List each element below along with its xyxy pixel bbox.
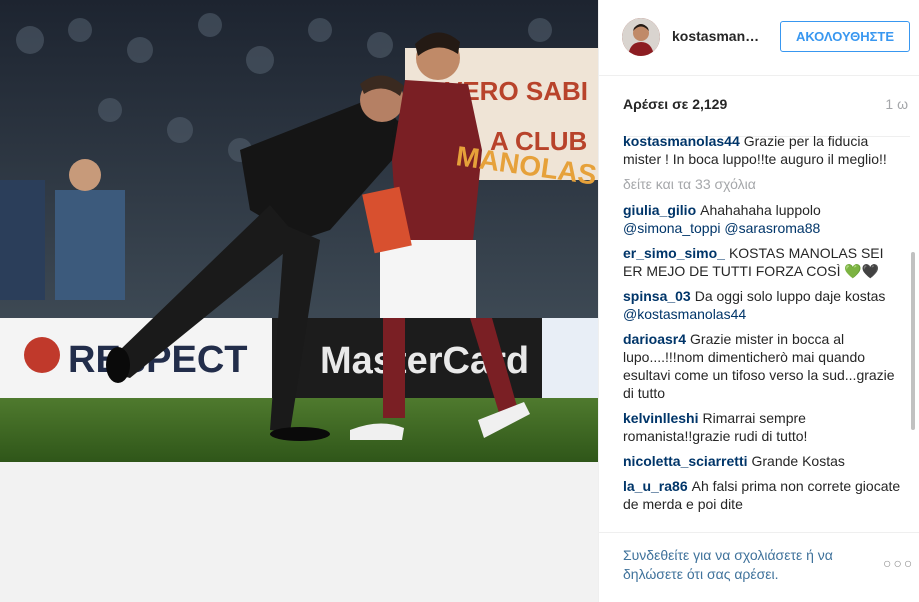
comments-list[interactable]: kostasmanolas44 Grazie per la fiducia mis… (623, 132, 901, 528)
comment-item: nicoletta_sciarretti Grande Kostas (623, 452, 901, 470)
comment-mention[interactable]: @simona_toppi @sarasroma88 (623, 220, 820, 236)
comment-username[interactable]: er_simo_simo_ (623, 245, 725, 261)
comment-mention[interactable]: @kostasmanolas44 (623, 306, 746, 322)
comments-scrollbar[interactable] (910, 132, 916, 528)
avatar[interactable] (622, 18, 660, 56)
comment-item: spinsa_03 Da oggi solo luppo daje kostas … (623, 287, 901, 323)
avatar-image (622, 18, 660, 56)
comment-username[interactable]: nicoletta_sciarretti (623, 453, 748, 469)
comment-username[interactable]: giulia_gilio (623, 202, 696, 218)
login-prompt-link[interactable]: Συνδεθείτε για να σχολιάσετε ή να δηλώσε… (623, 546, 863, 584)
comment-item: er_simo_simo_ KOSTAS MANOLAS SEI ER MEJO … (623, 244, 901, 280)
post-header: kostasman… ΑΚΟΛΟΥΘΗΣΤΕ (599, 0, 919, 76)
photo-illustration: VERO SABI A CLUB RESPECT MasterCard MANO… (0, 0, 598, 462)
more-options-icon[interactable]: ○○○ (883, 555, 914, 571)
photo-pane: VERO SABI A CLUB RESPECT MasterCard MANO… (0, 0, 598, 602)
post-photo[interactable]: VERO SABI A CLUB RESPECT MasterCard MANO… (0, 0, 598, 462)
post-time[interactable]: 1 ω (885, 96, 908, 112)
likes-count[interactable]: Αρέσει σε 2,129 (623, 96, 727, 112)
caption-comment: kostasmanolas44 Grazie per la fiducia mis… (623, 132, 901, 168)
comment-item: kelvinlleshi Rimarrai sempre romanista!!g… (623, 409, 901, 445)
comment-text: Da oggi solo luppo daje kostas (694, 288, 886, 304)
view-all-comments-link[interactable]: δείτε και τα 33 σχόλια (623, 175, 901, 193)
comment-text: Ahahahaha luppolo (700, 202, 821, 218)
comment-text: Grande Kostas (751, 453, 845, 469)
comment-username[interactable]: kostasmanolas44 (623, 133, 740, 149)
post-sidebar: kostasman… ΑΚΟΛΟΥΘΗΣΤΕ Αρέσει σε 2,129 1… (598, 0, 919, 602)
post-footer: Συνδεθείτε για να σχολιάσετε ή να δηλώσε… (599, 532, 919, 602)
comment-item: darioasr4 Grazie mister in bocca al lupo.… (623, 330, 901, 402)
comment-username[interactable]: spinsa_03 (623, 288, 691, 304)
comment-item: giulia_gilio Ahahahaha luppolo @simona_to… (623, 201, 901, 237)
comment-username[interactable]: la_u_ra86 (623, 478, 688, 494)
comment-username[interactable]: darioasr4 (623, 331, 686, 347)
follow-button[interactable]: ΑΚΟΛΟΥΘΗΣΤΕ (780, 21, 910, 52)
username-link[interactable]: kostasman… (672, 28, 768, 44)
comment-item: la_u_ra86 Ah falsi prima non correte gioc… (623, 477, 901, 513)
scrollbar-thumb[interactable] (911, 252, 915, 430)
comment-username[interactable]: kelvinlleshi (623, 410, 698, 426)
likes-row: Αρέσει σε 2,129 1 ω (623, 96, 910, 137)
